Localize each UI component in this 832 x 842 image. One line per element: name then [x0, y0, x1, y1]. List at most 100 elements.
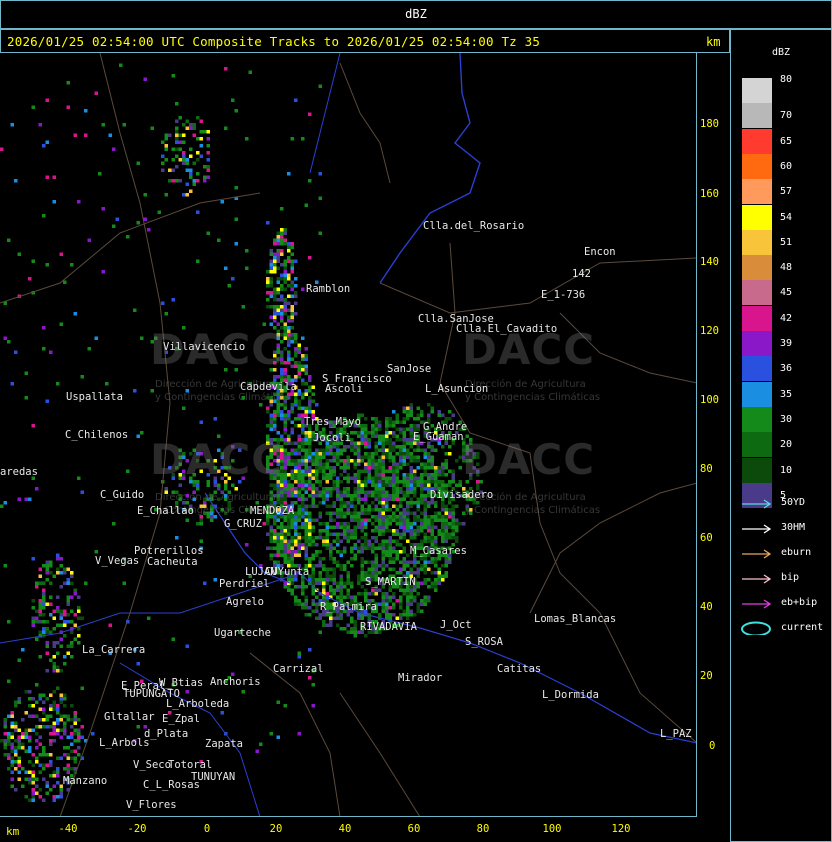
radar-echo-cell [420, 529, 424, 533]
radar-echo-cell [339, 480, 343, 484]
radar-echo-cell [364, 431, 368, 435]
radar-echo-cell [301, 592, 305, 596]
radar-echo-cell [140, 336, 144, 340]
radar-echo-cell [266, 284, 270, 288]
radar-echo-cell [126, 469, 130, 473]
radar-echo-cell [357, 494, 361, 498]
radar-echo-cell [332, 452, 336, 456]
radar-echo-cell [304, 382, 308, 386]
radar-echo-cell [276, 252, 280, 256]
radar-echo-cell [441, 564, 445, 568]
radar-echo-cell [402, 564, 406, 568]
radar-echo-cell [290, 280, 294, 284]
radar-echo-cell [350, 581, 354, 585]
radar-echo-cell [434, 501, 438, 505]
radar-echo-cell [147, 616, 151, 620]
radar-echo-cell [455, 459, 459, 463]
radar-echo-cell [45, 627, 49, 631]
radar-echo-cell [287, 529, 291, 533]
radar-echo-cell [357, 539, 361, 543]
radar-echo-cell [430, 518, 434, 522]
radar-echo-cell [10, 756, 14, 760]
radar-echo-cell [77, 606, 81, 610]
radar-echo-cell [24, 732, 28, 736]
radar-echo-cell [346, 480, 350, 484]
radar-echo-cell [28, 277, 32, 281]
radar-echo-cell [392, 434, 396, 438]
radar-echo-cell [304, 553, 308, 557]
radar-echo-cell [360, 438, 364, 442]
radar-echo-cell [56, 382, 60, 386]
radar-echo-cell [294, 354, 298, 358]
radar-echo-cell [280, 242, 284, 246]
radar-echo-cell [28, 714, 32, 718]
radar-echo-cell [353, 623, 357, 627]
radar-echo-cell [304, 459, 308, 463]
radar-echo-cell [385, 476, 389, 480]
radar-echo-cell [283, 431, 287, 435]
radar-echo-cell [381, 557, 385, 561]
radar-echo-cell [199, 119, 203, 123]
radar-echo-cell [304, 455, 308, 459]
radar-echo-cell [332, 616, 336, 620]
radar-echo-cell [283, 557, 287, 561]
radar-echo-cell [430, 529, 434, 533]
radar-echo-cell [336, 455, 340, 459]
radar-echo-cell [364, 592, 368, 596]
radar-echo-cell [451, 525, 455, 529]
radar-map[interactable]: DACC DACC DACC DACC Dirección de Agricul… [0, 53, 697, 817]
radar-echo-cell [353, 518, 357, 522]
radar-echo-cell [182, 158, 186, 162]
radar-echo-cell [367, 567, 371, 571]
radar-echo-cell [329, 466, 333, 470]
radar-echo-cell [353, 480, 357, 484]
radar-echo-cell [101, 207, 105, 211]
radar-echo-cell [367, 494, 371, 498]
radar-echo-cell [325, 546, 329, 550]
radar-echo-cell [266, 277, 270, 281]
radar-echo-cell [294, 543, 298, 547]
radar-echo-cell [283, 326, 287, 330]
radar-echo-cell [164, 158, 168, 162]
radar-echo-cell [332, 473, 336, 477]
radar-echo-cell [430, 445, 434, 449]
radar-echo-cell [45, 560, 49, 564]
radar-echo-cell [10, 760, 14, 764]
radar-echo-cell [38, 693, 42, 697]
radar-echo-cell [287, 413, 291, 417]
radar-echo-cell [273, 427, 277, 431]
radar-echo-cell [301, 455, 305, 459]
radar-echo-cell [413, 522, 417, 526]
radar-echo-cell [133, 308, 137, 312]
radar-echo-cell [360, 504, 364, 508]
radar-echo-cell [343, 476, 347, 480]
radar-echo-cell [339, 452, 343, 456]
radar-echo-cell [280, 532, 284, 536]
radar-echo-cell [49, 760, 53, 764]
radar-echo-cell [35, 683, 39, 687]
radar-echo-cell [315, 606, 319, 610]
radar-echo-cell [339, 581, 343, 585]
radar-echo-cell [399, 511, 403, 515]
radar-echo-cell [364, 501, 368, 505]
radar-echo-cell [77, 200, 81, 204]
radar-echo-cell [444, 508, 448, 512]
radar-echo-cell [290, 319, 294, 323]
radar-echo-cell [66, 651, 70, 655]
radar-echo-cell [388, 515, 392, 519]
radar-echo-cell [441, 522, 445, 526]
radar-echo-cell [7, 238, 11, 242]
radar-echo-cell [399, 522, 403, 526]
radar-echo-cell [308, 476, 312, 480]
radar-echo-cell [350, 515, 354, 519]
radar-echo-cell [297, 536, 301, 540]
radar-echo-cell [290, 305, 294, 309]
radar-echo-cell [343, 525, 347, 529]
radar-echo-cell [73, 133, 77, 137]
radar-echo-cell [311, 557, 315, 561]
radar-echo-cell [371, 529, 375, 533]
radar-echo-cell [56, 774, 60, 778]
radar-echo-cell [182, 123, 186, 127]
radar-echo-cell [297, 655, 301, 659]
radar-echo-cell [35, 700, 39, 704]
